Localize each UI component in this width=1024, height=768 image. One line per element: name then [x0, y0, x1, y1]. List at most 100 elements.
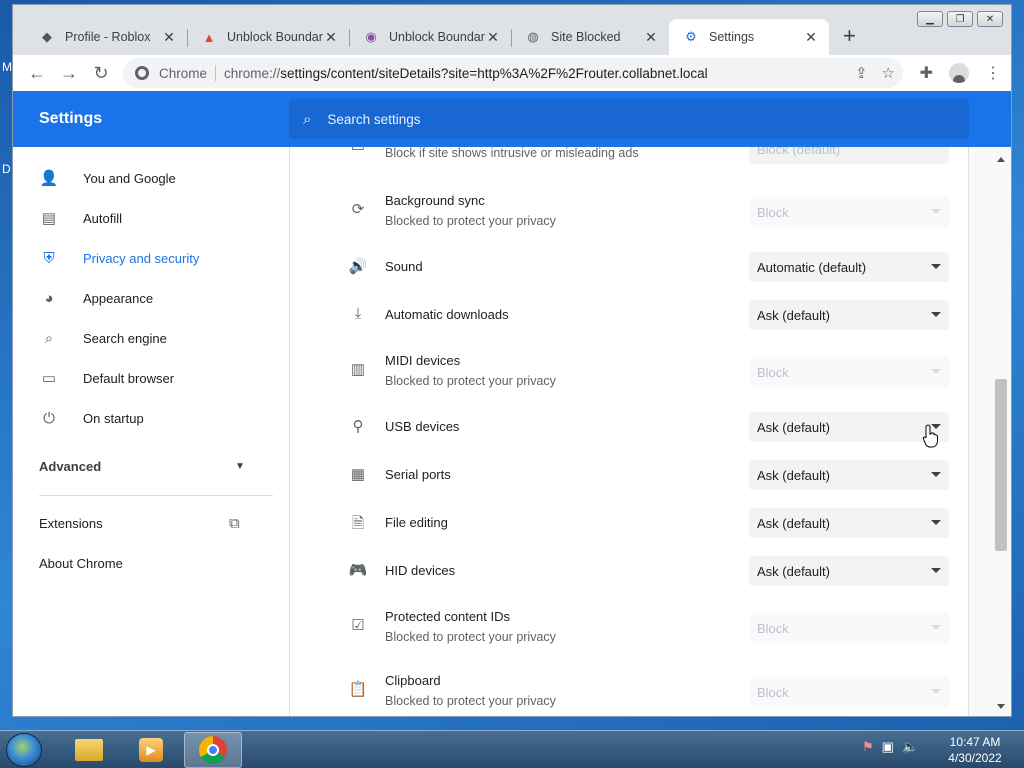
permission-description: Blocked to protect your privacy — [385, 214, 556, 228]
desktop-icon-label[interactable]: D — [2, 162, 11, 176]
reload-button[interactable]: ↻ — [85, 57, 117, 89]
clipboard-icon: ▤ — [41, 210, 57, 227]
close-window-button[interactable]: ✕ — [977, 11, 1003, 27]
search-icon: ⌕ — [44, 329, 54, 347]
profile-avatar-icon[interactable] — [949, 63, 969, 83]
permission-label: Automatic downloads — [385, 307, 509, 322]
menu-kebab-icon[interactable]: ⋮ — [985, 63, 1001, 83]
close-icon[interactable]: ✕ — [803, 29, 819, 46]
tab-unblock-boundary-2[interactable]: ◉ Unblock Boundary ✕ — [349, 19, 511, 55]
tab-settings[interactable]: ⚙ Settings ✕ — [669, 19, 829, 55]
permission-select-value: Ask (default) — [757, 307, 830, 323]
chrome-icon — [199, 736, 227, 764]
site-chip[interactable]: Chrome — [135, 66, 207, 81]
browser-icon: ▭ — [41, 370, 57, 387]
folder-icon — [75, 739, 103, 761]
scrollbar-thumb[interactable] — [995, 379, 1007, 551]
browser-window: ◆ Profile - Roblox ✕ ▲ Unblock Boundary … — [12, 4, 1012, 717]
permission-select-value: Block — [757, 684, 789, 700]
omnibox-actions: ⇪ ☆ — [855, 58, 895, 88]
permission-select-value: Ask (default) — [757, 467, 830, 483]
tab-unblock-boundary[interactable]: ▲ Unblock Boundary ✕ — [187, 19, 349, 55]
roblox-icon: ◆ — [42, 29, 52, 44]
permission-select[interactable]: Ask (default) — [749, 460, 949, 490]
main-scrollbar[interactable] — [995, 155, 1007, 711]
window-controls: ▁ ❐ ✕ — [917, 11, 1003, 27]
network-icon[interactable]: ▣ — [882, 739, 894, 755]
dropdown-arrow-icon — [931, 568, 941, 573]
taskbar-media-player[interactable]: ▶ — [122, 732, 180, 768]
sidebar-about-chrome[interactable]: About Chrome — [13, 545, 273, 581]
permission-select[interactable]: Ask (default) — [749, 300, 949, 330]
sidebar-advanced[interactable]: Advanced ▼ — [13, 448, 273, 484]
new-tab-button[interactable]: + — [843, 25, 856, 47]
permission-select[interactable]: Ask (default) — [749, 556, 949, 586]
sidebar-extensions[interactable]: Extensions ⧉ — [13, 505, 273, 541]
restore-button[interactable]: ❐ — [947, 11, 973, 27]
permission-select-value: Ask (default) — [757, 563, 830, 579]
close-icon[interactable]: ✕ — [485, 29, 501, 46]
permission-select[interactable]: Automatic (default) — [749, 252, 949, 282]
sidebar-item-privacy-and-security[interactable]: ⛨ Privacy and security — [13, 240, 273, 276]
piano-icon: ▥ — [350, 361, 366, 378]
sidebar-item-on-startup[interactable]: ⏻ On startup — [13, 400, 273, 436]
extensions-puzzle-icon[interactable]: ✚ — [920, 63, 933, 83]
permission-select-value: Block — [757, 364, 789, 380]
taskbar-clock[interactable]: 10:47 AM 4/30/2022 — [940, 734, 1010, 766]
taskbar-chrome[interactable] — [184, 732, 242, 768]
sidebar-item-default-browser[interactable]: ▭ Default browser — [13, 360, 273, 396]
close-icon[interactable]: ✕ — [643, 29, 659, 46]
sidebar-item-label: Autofill — [83, 210, 123, 226]
permission-label: Background sync — [385, 193, 485, 208]
volume-icon[interactable]: 🔈 — [902, 739, 918, 755]
scroll-up-icon[interactable] — [997, 157, 1005, 162]
bookmark-star-icon[interactable]: ☆ — [882, 64, 895, 82]
chevron-down-icon: ▼ — [235, 460, 245, 472]
minimize-button[interactable]: ▁ — [917, 11, 943, 27]
sidebar-item-label: Default browser — [83, 370, 175, 386]
permission-select[interactable]: Ask (default) — [749, 508, 949, 538]
sidebar-item-you-and-google[interactable]: 👤 You and Google — [13, 160, 273, 196]
permission-row-midi-devices: ▥ MIDI devices Blocked to protect your p… — [290, 347, 970, 397]
tab-strip: ◆ Profile - Roblox ✕ ▲ Unblock Boundary … — [13, 5, 1011, 55]
dropdown-arrow-icon — [931, 209, 941, 214]
share-icon[interactable]: ⇪ — [855, 64, 868, 82]
permission-select-value: Automatic (default) — [757, 259, 867, 275]
back-button[interactable]: ← — [21, 57, 53, 89]
windows-taskbar: ▶ ⚑ ▣ 🔈 10:47 AM 4/30/2022 — [0, 730, 1024, 768]
permission-select[interactable]: Block (default) — [749, 147, 949, 164]
search-settings-input[interactable]: ⌕ Search settings — [289, 99, 969, 139]
scroll-down-icon[interactable] — [997, 704, 1005, 709]
permission-label: MIDI devices — [385, 353, 461, 368]
sidebar-item-appearance[interactable]: ◕ Appearance — [13, 280, 273, 316]
dropdown-arrow-icon — [931, 264, 941, 269]
action-center-flag-icon[interactable]: ⚑ — [862, 739, 874, 755]
permission-text: Background sync Blocked to protect your … — [385, 191, 556, 231]
permission-select[interactable]: Ask (default) — [749, 412, 949, 442]
dropdown-arrow-icon — [931, 689, 941, 694]
unblock-icon: ▲ — [202, 29, 216, 45]
permission-select-value: Block — [757, 620, 789, 636]
sidebar-item-autofill[interactable]: ▤ Autofill — [13, 200, 273, 236]
taskbar-explorer[interactable] — [60, 732, 118, 768]
permission-label: HID devices — [385, 563, 456, 578]
serial-port-icon: ▦ — [350, 466, 366, 483]
sidebar-item-search-engine[interactable]: ⌕ Search engine — [13, 320, 273, 356]
system-tray: ⚑ ▣ 🔈 — [862, 739, 918, 755]
url-text[interactable]: chrome://settings/content/siteDetails?si… — [224, 66, 708, 81]
forward-button[interactable]: → — [53, 57, 85, 89]
permission-text: USB devices — [385, 417, 459, 437]
address-bar[interactable]: Chrome chrome://settings/content/siteDet… — [123, 58, 903, 88]
sidebar-item-label: Appearance — [83, 290, 154, 306]
permission-label: Sound — [385, 259, 423, 274]
desktop-icon-label[interactable]: M — [2, 60, 12, 74]
close-icon[interactable]: ✕ — [323, 29, 339, 46]
permission-select: Block — [749, 197, 949, 227]
tab-site-blocked[interactable]: ◍ Site Blocked ✕ — [511, 19, 669, 55]
chrome-icon — [135, 66, 149, 80]
permission-row-hid-devices: 🎮 HID devices Ask (default) — [290, 551, 970, 591]
close-icon[interactable]: ✕ — [161, 29, 177, 46]
start-button[interactable] — [6, 733, 42, 767]
permission-text: MIDI devices Blocked to protect your pri… — [385, 351, 556, 391]
tab-profile-roblox[interactable]: ◆ Profile - Roblox ✕ — [25, 19, 187, 55]
